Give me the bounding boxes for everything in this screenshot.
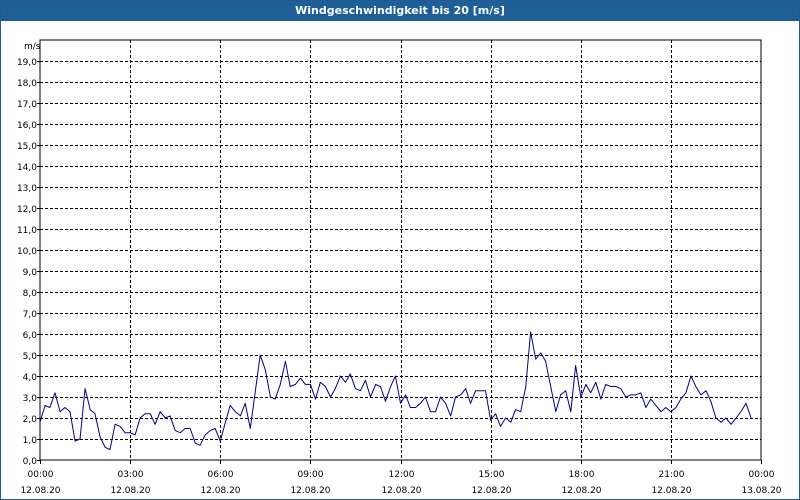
y-tick-label: 4,0 <box>23 373 38 383</box>
y-tick-label: 16,0 <box>17 121 37 131</box>
y-tick-label: 10,0 <box>17 247 37 257</box>
y-tick-label: 18,0 <box>17 79 37 89</box>
y-tick-label: 13,0 <box>17 184 37 194</box>
y-axis-unit-label: m/s <box>24 42 41 52</box>
x-tick-time-label: 12:00 <box>389 470 415 480</box>
x-tick-date-label: 12.08.20 <box>110 486 150 496</box>
y-tick-label: 11,0 <box>17 226 37 236</box>
y-tick-label: 6,0 <box>23 331 38 341</box>
y-tick-label: 17,0 <box>17 100 37 110</box>
y-tick-label: 1,0 <box>23 436 38 446</box>
x-tick-time-label: 18:00 <box>569 470 595 480</box>
y-axis-ticks: 0,0 1,0 2,0 3,0 4,0 5,0 6,0 7,0 8,0 9,0 10,0 11,0 12… <box>17 58 40 467</box>
x-tick-time-label: 15:00 <box>479 470 505 480</box>
y-tick-label: 7,0 <box>23 310 38 320</box>
x-axis-ticks: 00:00 12.08.20 03:00 12.08.20 06:00 12.08.20 0… <box>20 460 782 496</box>
y-tick-label: 12,0 <box>17 205 37 215</box>
grid-lines <box>40 40 761 460</box>
y-tick-label: 0,0 <box>23 457 38 467</box>
x-tick-time-label: 21:00 <box>659 470 685 480</box>
y-tick-label: 3,0 <box>23 394 38 404</box>
wind-speed-series-line <box>39 331 752 450</box>
y-tick-label: 5,0 <box>23 352 38 362</box>
x-tick-time-label: 03:00 <box>118 470 144 480</box>
x-tick-time-label: 00:00 <box>28 470 54 480</box>
x-tick-date-label: 13.08.20 <box>741 486 781 496</box>
x-tick-date-label: 12.08.20 <box>200 486 240 496</box>
x-tick-date-label: 12.08.20 <box>561 486 601 496</box>
x-tick-date-label: 12.08.20 <box>290 486 330 496</box>
y-tick-label: 15,0 <box>17 142 37 152</box>
y-tick-label: 19,0 <box>17 58 37 68</box>
x-tick-time-label: 06:00 <box>208 470 234 480</box>
chart-window: Windgeschwindigkeit bis 20 [m/s] 0,0 1,0 2… <box>0 0 800 500</box>
wind-speed-chart: 0,0 1,0 2,0 3,0 4,0 5,0 6,0 7,0 8,0 9,0 10,0 11,0 12… <box>17 39 782 496</box>
y-tick-label: 2,0 <box>23 415 38 425</box>
x-tick-date-label: 12.08.20 <box>381 486 421 496</box>
y-tick-label: 14,0 <box>17 163 37 173</box>
y-tick-label: 8,0 <box>23 289 38 299</box>
y-tick-label: 9,0 <box>23 268 38 278</box>
x-tick-date-label: 12.08.20 <box>651 486 691 496</box>
series-group <box>39 331 752 450</box>
x-tick-time-label: 09:00 <box>298 470 324 480</box>
x-tick-date-label: 12.08.20 <box>20 486 60 496</box>
x-tick-date-label: 12.08.20 <box>471 486 511 496</box>
x-tick-time-label: 00:00 <box>749 470 775 480</box>
